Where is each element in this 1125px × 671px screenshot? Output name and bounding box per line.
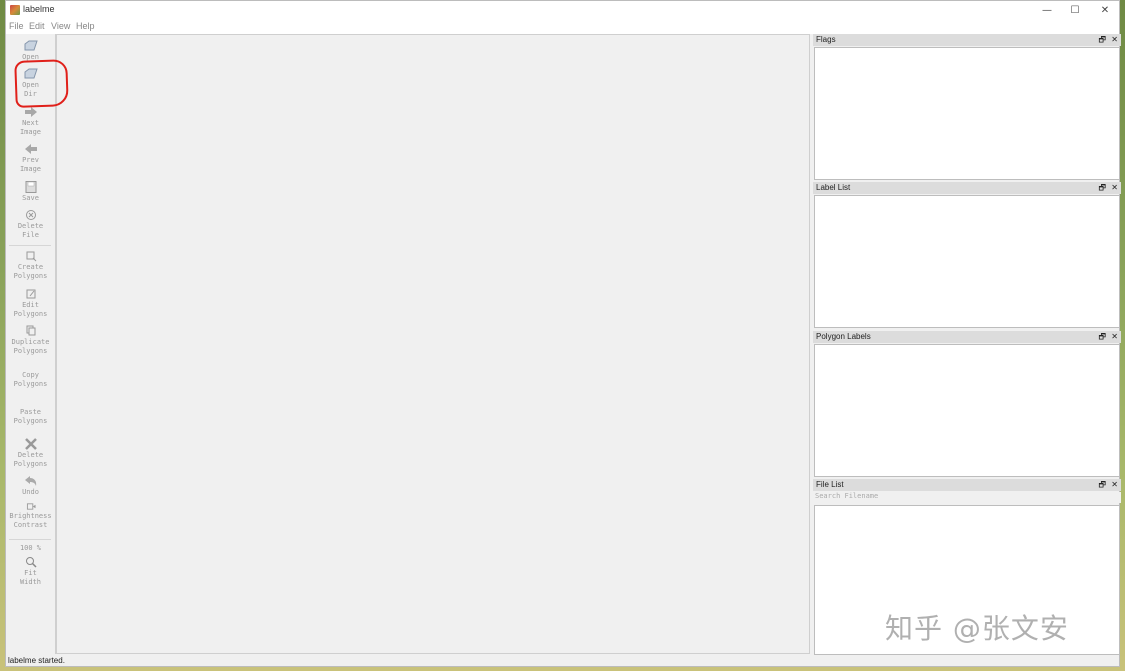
window-title: labelme [23,4,55,14]
delete-file-button[interactable]: Delete File [6,209,55,240]
polygon-labels-list[interactable] [814,344,1120,477]
undo-arrow-icon [24,476,36,486]
brightness-contrast-button[interactable]: Brightness Contrast [6,502,55,530]
menu-view[interactable]: View [51,21,70,31]
delete-polygons-label-2: Polygons [13,460,48,468]
label-list-close-icon[interactable]: ✕ [1111,182,1118,194]
create-polygons-button[interactable]: Create Polygons [6,250,55,281]
next-image-label-2: Image [19,128,42,136]
arrow-right-icon [24,107,37,117]
open-folder-icon [24,40,38,51]
flags-close-icon[interactable]: ✕ [1111,34,1118,46]
flags-dock-title: Flags [816,35,836,44]
prev-image-button[interactable]: Prev Image [6,143,55,174]
create-polygons-label-1: Create [17,263,44,271]
prev-image-label-2: Image [19,165,42,173]
edit-polygons-button[interactable]: Edit Polygons [6,288,55,319]
brightness-contrast-icon [26,503,35,510]
delete-x-icon [24,438,37,450]
labelme-window: labelme — ☐ ✕ File Edit View Help Open O… [5,0,1121,667]
prev-image-label-1: Prev [22,156,39,164]
fit-width-button[interactable]: Fit Width [6,556,55,587]
label-list-dock-header: Label List 🗗 ✕ [813,182,1121,194]
menu-file[interactable]: File [9,21,24,31]
file-list-dock-header: File List 🗗 ✕ [813,479,1121,491]
copy-polygons-button[interactable]: Copy Polygons [6,371,55,389]
delete-file-label-1: Delete [17,222,44,230]
duplicate-polygons-label-1: Duplicate [11,338,50,346]
file-list-close-icon[interactable]: ✕ [1111,479,1118,491]
menu-help[interactable]: Help [76,21,95,31]
copy-polygons-label-2: Polygons [13,380,48,388]
delete-circle-icon [25,210,36,220]
zoom-level[interactable]: 100 % [6,544,55,553]
edit-polygons-label-2: Polygons [13,310,48,318]
minimize-button[interactable]: — [1033,2,1061,19]
duplicate-polygons-label-2: Polygons [13,347,48,355]
polygon-labels-close-icon[interactable]: ✕ [1111,331,1118,343]
save-label: Save [22,194,39,202]
polygon-labels-float-icon[interactable]: 🗗 [1098,331,1106,343]
open-button[interactable]: Open [6,40,55,62]
red-annotation-circle [14,59,69,108]
undo-button[interactable]: Undo [6,475,55,497]
delete-polygons-button[interactable]: Delete Polygons [6,438,55,469]
label-list-dock: Label List 🗗 ✕ [813,182,1121,328]
file-list-float-icon[interactable]: 🗗 [1098,479,1106,491]
paste-polygons-label-2: Polygons [13,417,48,425]
toolbar-separator [9,245,51,246]
delete-file-label-2: File [22,231,39,239]
fit-width-label-1: Fit [24,569,37,577]
image-canvas[interactable] [56,34,810,654]
label-list-dock-title: Label List [816,183,851,192]
brightness-label: Brightness [9,512,52,520]
flags-float-icon[interactable]: 🗗 [1098,34,1106,46]
search-filename-input[interactable]: Search Filename [813,492,1121,503]
zoom-fit-icon [25,557,37,568]
file-list-dock-title: File List [816,480,844,489]
contrast-label: Contrast [13,521,48,529]
duplicate-polygons-button[interactable]: Duplicate Polygons [6,325,55,356]
label-list[interactable] [814,195,1120,328]
save-icon [25,181,36,193]
maximize-button[interactable]: ☐ [1061,2,1089,19]
watermark-text: 知乎 @张文安 [885,612,1069,645]
copy-polygons-label-1: Copy [22,371,39,379]
toolbar-separator [9,539,51,540]
menu-edit[interactable]: Edit [29,21,45,31]
delete-polygons-label-1: Delete [17,451,44,459]
title-bar: labelme — ☐ ✕ [6,1,1119,20]
left-toolbar: Open Open Dir Next Image Prev Image Save… [6,34,56,654]
save-button[interactable]: Save [6,181,55,203]
flags-dock-header: Flags 🗗 ✕ [813,34,1121,46]
fit-width-label-2: Width [19,578,42,586]
polygon-labels-dock: Polygon Labels 🗗 ✕ [813,331,1121,477]
create-polygons-label-2: Polygons [13,272,48,280]
close-button[interactable]: ✕ [1091,2,1119,19]
edit-polygon-icon [26,289,35,299]
menu-bar: File Edit View Help [6,20,1119,34]
create-polygon-icon [26,251,36,262]
edit-polygons-label-1: Edit [22,301,39,309]
labelme-logo-icon [10,5,20,15]
next-image-label-1: Next [22,119,39,127]
undo-label: Undo [22,488,39,496]
flags-dock: Flags 🗗 ✕ [813,34,1121,180]
arrow-left-icon [24,144,37,154]
polygon-labels-dock-header: Polygon Labels 🗗 ✕ [813,331,1121,343]
next-image-button[interactable]: Next Image [6,106,55,137]
flags-list[interactable] [814,47,1120,180]
duplicate-icon [26,325,35,336]
polygon-labels-dock-title: Polygon Labels [816,332,871,341]
paste-polygons-label-1: Paste [19,408,42,416]
label-list-float-icon[interactable]: 🗗 [1098,182,1106,194]
status-bar-text: labelme started. [8,656,65,665]
paste-polygons-button[interactable]: Paste Polygons [6,408,55,426]
